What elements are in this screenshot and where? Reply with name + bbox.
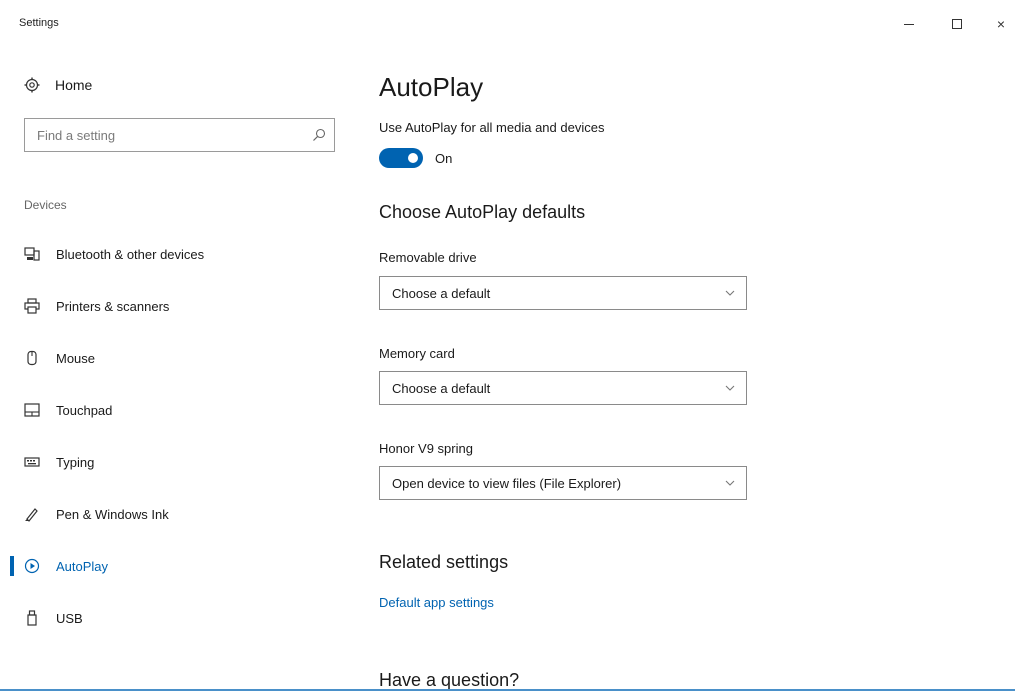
related-settings-heading: Related settings — [379, 552, 509, 572]
removable-drive-dropdown[interactable]: Choose a default — [379, 276, 747, 310]
autoplay-toggle[interactable] — [379, 148, 423, 168]
removable-drive-label: Removable drive — [379, 250, 477, 265]
title-bar: Settings × — [0, 0, 1015, 44]
toggle-state-label: On — [435, 150, 453, 166]
sidebar-item-label: Pen & Windows Ink — [56, 506, 169, 522]
sidebar-item-label: Mouse — [56, 350, 96, 366]
pen-icon — [24, 506, 40, 522]
sidebar: Home Devices Bluet — [0, 44, 350, 691]
usb-icon — [24, 610, 40, 626]
sidebar-item-bluetooth[interactable]: Bluetooth & other devices — [0, 228, 350, 280]
sidebar-home-label: Home — [55, 77, 93, 93]
sidebar-item-label: Bluetooth & other devices — [56, 246, 205, 262]
sidebar-item-mouse[interactable]: Mouse — [0, 332, 350, 384]
sidebar-item-pen[interactable]: Pen & Windows Ink — [0, 488, 350, 540]
home-gear-icon — [24, 77, 40, 93]
dropdown-value: Choose a default — [392, 380, 491, 396]
dropdown-value: Choose a default — [392, 285, 491, 301]
autoplay-toggle-row: On — [379, 148, 452, 168]
sidebar-item-label: Touchpad — [56, 402, 113, 418]
search-input[interactable] — [35, 126, 312, 144]
minimize-icon — [904, 23, 914, 25]
search-icon[interactable] — [312, 128, 326, 142]
printer-icon — [24, 298, 40, 314]
bluetooth-devices-icon — [24, 246, 40, 262]
sidebar-item-touchpad[interactable]: Touchpad — [0, 384, 350, 436]
default-app-settings-link[interactable]: Default app settings — [379, 595, 494, 610]
maximize-button[interactable] — [940, 10, 974, 38]
sidebar-item-label: Printers & scanners — [56, 298, 170, 314]
sidebar-item-label: USB — [56, 610, 83, 626]
memory-card-dropdown[interactable]: Choose a default — [379, 371, 747, 405]
sidebar-home[interactable]: Home — [24, 77, 92, 93]
settings-window: Settings × Home Find a setting Devices B… — [0, 0, 1015, 691]
window-title: Settings — [19, 17, 59, 29]
chevron-down-icon — [724, 287, 736, 299]
autoplay-toggle-label: Use AutoPlay for all media and devices — [379, 120, 605, 135]
toggle-knob — [408, 153, 418, 163]
keyboard-icon — [24, 454, 40, 470]
sidebar-item-label: Typing — [56, 454, 95, 470]
devices-section-label: Devices — [24, 198, 67, 212]
autoplay-icon — [24, 558, 40, 574]
sidebar-nav: Bluetooth & other devices Printers & sca… — [0, 228, 350, 644]
sidebar-item-usb[interactable]: USB — [0, 592, 350, 644]
sidebar-item-typing[interactable]: Typing — [0, 436, 350, 488]
close-icon: × — [996, 16, 1006, 32]
autoplay-defaults-heading: Choose AutoPlay defaults — [379, 202, 586, 222]
minimize-button[interactable] — [892, 10, 926, 38]
close-button[interactable]: × — [984, 10, 1015, 38]
main-content: AutoPlay Use AutoPlay for all media and … — [379, 44, 979, 691]
honor-device-label: Honor V9 spring — [379, 441, 473, 456]
sidebar-item-autoplay[interactable]: AutoPlay — [0, 540, 350, 592]
dropdown-value: Open device to view files (File Explorer… — [392, 475, 622, 491]
sidebar-item-printers[interactable]: Printers & scanners — [0, 280, 350, 332]
chevron-down-icon — [724, 477, 736, 489]
mouse-icon — [24, 350, 40, 366]
honor-device-dropdown[interactable]: Open device to view files (File Explorer… — [379, 466, 747, 500]
maximize-icon — [952, 19, 962, 29]
have-a-question-heading: Have a question? — [379, 670, 520, 690]
touchpad-icon — [24, 402, 40, 418]
search-box[interactable] — [24, 118, 335, 152]
sidebar-item-label: AutoPlay — [56, 558, 109, 574]
chevron-down-icon — [724, 382, 736, 394]
memory-card-label: Memory card — [379, 346, 455, 361]
page-title: AutoPlay — [379, 72, 484, 102]
